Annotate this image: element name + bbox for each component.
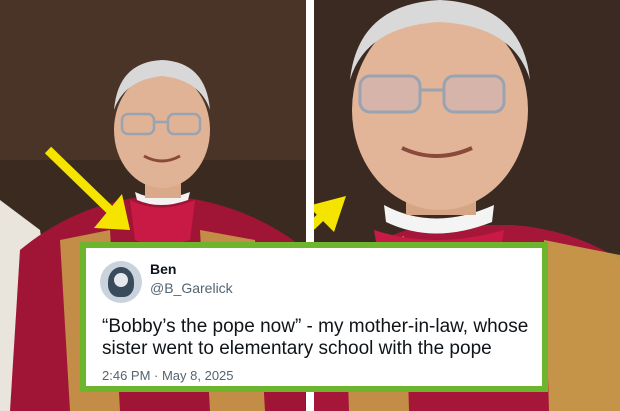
tweet-timestamp[interactable]: 2:46 PM · May 8, 2025	[102, 368, 234, 383]
meme-image: Ben @B_Garelick “Bobby’s the pope now” -…	[0, 0, 620, 411]
tweet-card: Ben @B_Garelick “Bobby’s the pope now” -…	[80, 242, 548, 392]
avatar[interactable]	[100, 261, 142, 303]
tweet-text: “Bobby’s the pope now” - my mother-in-la…	[102, 316, 529, 359]
avatar-highlight	[114, 273, 128, 287]
tweet-author-name[interactable]: Ben	[150, 261, 176, 277]
tweet-author-handle[interactable]: @B_Garelick	[150, 280, 233, 296]
